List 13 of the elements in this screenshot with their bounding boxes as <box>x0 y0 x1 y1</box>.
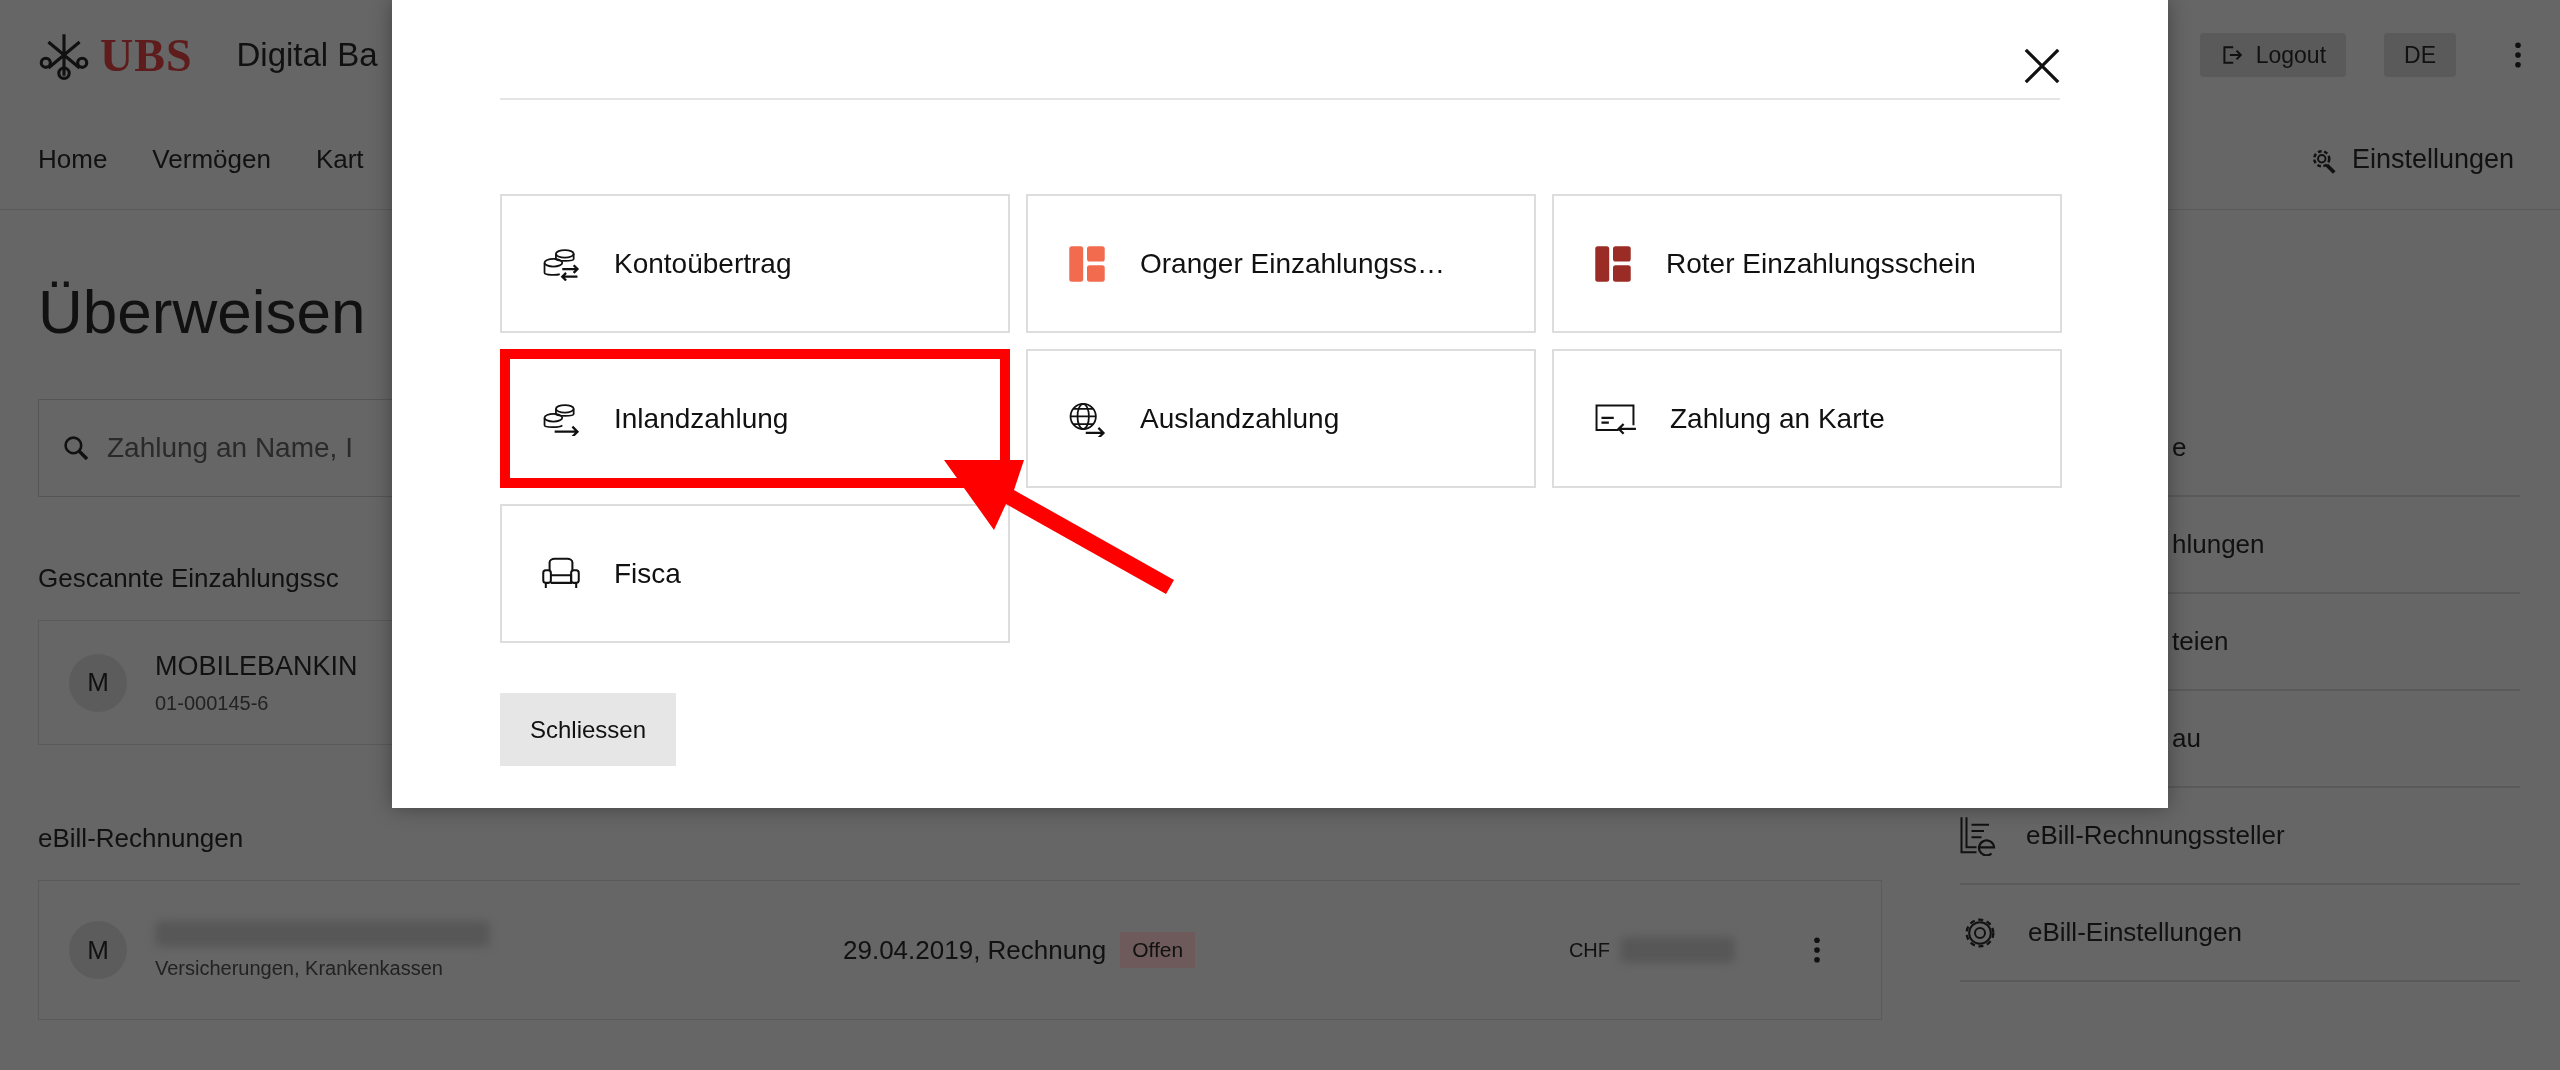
avatar: M <box>69 653 127 712</box>
account-number: 01-000145-6 <box>155 691 270 715</box>
payee-name: MOBILEBANKIN <box>155 650 358 682</box>
brand-logo: UBS <box>100 28 193 82</box>
section-heading: eBill-Rechnungen <box>38 823 244 854</box>
bill-category: Versicherungen, Krankenkassen <box>155 956 444 980</box>
currency: CHF <box>1568 938 1610 962</box>
status-badge: Offen <box>1120 932 1196 968</box>
product-title: Digital Ba <box>236 36 378 74</box>
avatar: M <box>69 921 127 979</box>
section-heading: Gescannte Einzahlungssc <box>38 563 339 594</box>
page-title: Überweisen <box>38 276 366 347</box>
bill-date: 29.04.2019, Rechnung <box>843 934 1107 966</box>
